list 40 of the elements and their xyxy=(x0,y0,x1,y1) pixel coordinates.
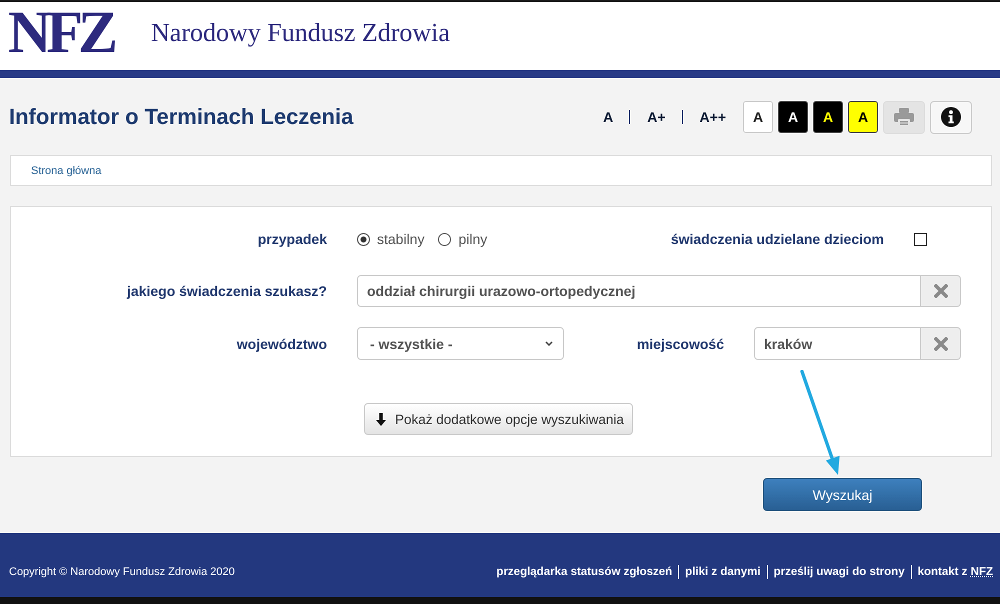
field-label: przypadek xyxy=(256,231,327,247)
logo[interactable]: NFZ xyxy=(8,9,113,55)
clear-button[interactable] xyxy=(921,327,961,360)
site-title: Narodowy Fundusz Zdrowia xyxy=(151,18,450,48)
field-label: miejscowość xyxy=(636,336,724,352)
font-size-button[interactable]: A xyxy=(586,110,630,124)
footer-link[interactable]: prześlij uwagi do strony xyxy=(768,565,912,579)
service-input[interactable]: oddział chirurgii urazowo-ortopedycznej xyxy=(357,275,921,307)
more-options-button[interactable]: Pokaż dodatkowe opcje wyszukiwania xyxy=(364,403,633,435)
chevron-down-icon xyxy=(545,341,553,346)
field-label: świadczenia udzielane dzieciom xyxy=(670,231,884,247)
breadcrumb-link[interactable]: Strona główna xyxy=(31,164,102,176)
search-button[interactable]: Wyszukaj xyxy=(763,478,922,511)
contrast-button[interactable]: A xyxy=(848,101,878,133)
clear-button[interactable] xyxy=(921,275,961,307)
printer-icon xyxy=(894,108,914,126)
field-label: jakiego świadczenia szukasz? xyxy=(126,283,327,299)
font-size-button[interactable]: A++ xyxy=(682,110,742,124)
contrast-button[interactable]: A xyxy=(813,101,843,133)
copyright-text: Copyright © Narodowy Fundusz Zdrowia 2020 xyxy=(9,565,235,579)
field-label: województwo xyxy=(236,336,327,352)
radio-label[interactable]: pilny xyxy=(458,231,488,247)
info-button[interactable] xyxy=(930,100,972,134)
footer-link[interactable]: pliki z danymi xyxy=(679,565,768,579)
radio-label[interactable]: stabilny xyxy=(377,231,424,247)
font-size-button[interactable]: A+ xyxy=(629,110,682,124)
radio-button[interactable] xyxy=(357,232,370,246)
province-select[interactable]: - wszystkie - xyxy=(357,327,564,360)
footer-link[interactable]: przeglądarka statusów zgłoszeń xyxy=(490,565,680,579)
locality-input[interactable]: kraków xyxy=(754,327,921,360)
checkbox[interactable] xyxy=(914,232,927,246)
contrast-button[interactable]: A xyxy=(778,101,808,133)
radio-button[interactable] xyxy=(438,232,452,246)
close-icon xyxy=(934,336,948,350)
info-icon xyxy=(941,107,961,127)
arrow-down-icon xyxy=(375,412,387,426)
close-icon xyxy=(934,284,948,298)
page-title: Informator o Terminach Leczenia xyxy=(9,104,354,130)
footer-link[interactable]: kontakt z NFZ xyxy=(912,565,993,579)
contrast-button[interactable]: A xyxy=(743,101,773,133)
